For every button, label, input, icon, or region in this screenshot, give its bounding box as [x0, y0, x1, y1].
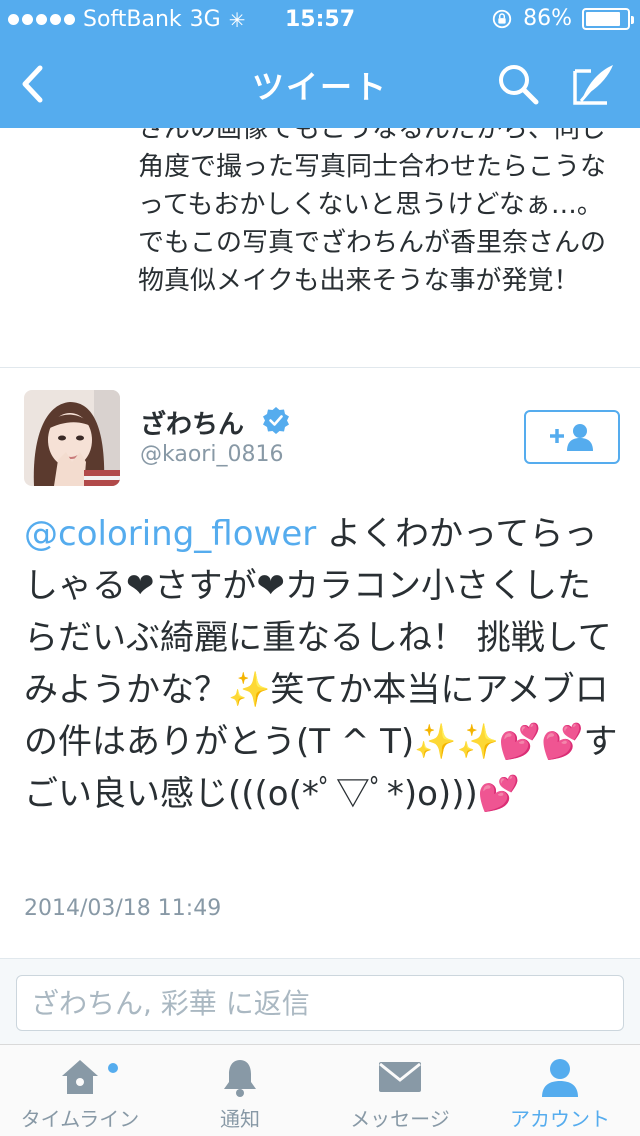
tweet-text: @coloring_flower よくわかってらっしゃる❤さすが❤カラコン小さく… [24, 508, 618, 820]
tab-label: タイムライン [20, 1107, 140, 1131]
heart-emoji: ❤ [126, 566, 155, 606]
heart-emoji: ❤ [256, 566, 286, 606]
tweet-detail: ざわちん @kaori_0816 @coloring_flower よくわかって… [0, 368, 640, 958]
notification-dot [108, 1063, 118, 1073]
sparkles-emoji: ✨ [456, 722, 499, 762]
mention-link[interactable]: @coloring_flower [24, 514, 316, 554]
tweet-text-part: さすが [154, 566, 257, 606]
reply-input[interactable] [16, 975, 624, 1031]
avatar[interactable] [24, 390, 120, 486]
back-button[interactable] [10, 58, 54, 110]
battery-icon [582, 7, 634, 30]
person-icon-wrap [539, 1055, 581, 1099]
bell-icon-wrap [218, 1055, 262, 1099]
tab-bar: タイムライン 通知 メッセージ アカウント [0, 1044, 640, 1136]
home-icon-wrap [58, 1055, 102, 1099]
user-handle[interactable]: @kaori_0816 [140, 442, 283, 467]
search-button[interactable] [492, 58, 544, 110]
tab-label: アカウント [510, 1107, 610, 1131]
battery-percent: 86% [523, 6, 572, 31]
tab-notifications[interactable]: 通知 [160, 1045, 320, 1136]
tab-account[interactable]: アカウント [480, 1045, 640, 1136]
status-bar: SoftBank 3G ✳ 15:57 86% [0, 0, 640, 40]
follow-button[interactable] [524, 410, 620, 464]
tab-messages[interactable]: メッセージ [320, 1045, 480, 1136]
chevron-left-icon [22, 65, 43, 103]
search-icon [499, 65, 539, 105]
sparkles-emoji: ✨ [414, 722, 457, 762]
two-hearts-emoji: 💕 [541, 722, 584, 762]
person-icon [542, 1059, 578, 1097]
envelope-icon [379, 1062, 421, 1092]
status-right: 86% [491, 6, 634, 31]
display-name[interactable]: ざわちん [140, 404, 244, 441]
avatar-image [24, 390, 120, 486]
reply-bar [0, 958, 640, 1044]
previous-tweet[interactable]: さんの画像でもこうなるんだから、同じ角度で撮った写真同士合わせたらこうなってもお… [0, 128, 640, 368]
tweet-timestamp: 2014/03/18 11:49 [24, 896, 222, 921]
previous-tweet-text: さんの画像でもこうなるんだから、同じ角度で撮った写真同士合わせたらこうなってもお… [138, 128, 607, 296]
battery-level [586, 11, 621, 26]
two-hearts-emoji: 💕 [498, 722, 542, 762]
envelope-icon-wrap [377, 1055, 423, 1099]
tab-timeline[interactable]: タイムライン [0, 1045, 160, 1136]
nav-bar: ツイート [0, 40, 640, 128]
follow-user-icon [550, 424, 593, 451]
tab-label: 通知 [220, 1107, 260, 1131]
sparkles-emoji: ✨ [228, 670, 271, 710]
header: SoftBank 3G ✳ 15:57 86% ツイート [0, 0, 640, 128]
compose-button[interactable] [566, 56, 622, 112]
page-title: ツイート [251, 68, 388, 106]
verified-badge-icon [263, 407, 289, 434]
two-hearts-emoji: 💕 [477, 774, 521, 814]
home-icon [62, 1060, 98, 1094]
compose-icon [573, 65, 613, 105]
tab-label: メッセージ [350, 1107, 450, 1131]
bell-icon [224, 1060, 256, 1097]
rotation-lock-icon [492, 9, 512, 28]
